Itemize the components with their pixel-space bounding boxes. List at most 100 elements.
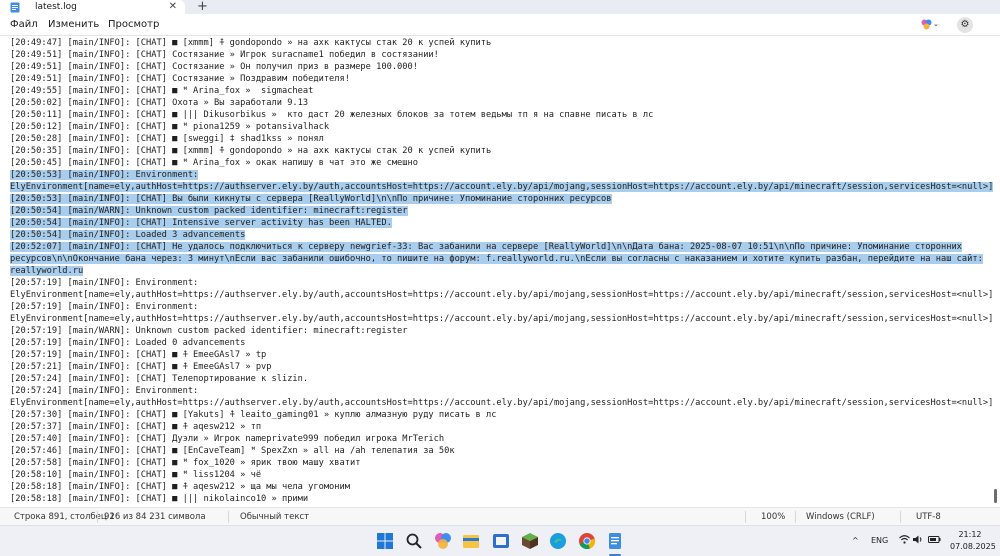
- system-clock[interactable]: 21:12 07.08.2025: [950, 529, 996, 553]
- wifi-icon[interactable]: [899, 535, 910, 544]
- divider: [795, 511, 796, 523]
- text-line[interactable]: [20:58:18] [main/INFO]: [CHAT] ■ ⍏ aqesw…: [10, 482, 350, 493]
- edge-icon[interactable]: [549, 532, 567, 550]
- text-line-content: [20:57:37] [main/INFO]: [CHAT] ■ ⍏ aqesw…: [10, 422, 262, 432]
- text-editor[interactable]: [20:49:47] [main/INFO]: [CHAT] ■ [xmmm] …: [0, 36, 1000, 507]
- text-line[interactable]: ElyEnvironment[name=ely,authHost=https:/…: [10, 398, 993, 409]
- text-line-content: ElyEnvironment[name=ely,authHost=https:/…: [10, 182, 994, 192]
- file-explorer-icon[interactable]: [462, 532, 480, 550]
- text-line-selected[interactable]: [20:50:53] [main/INFO]: Environment:: [10, 170, 199, 181]
- text-line-content: [20:58:18] [main/INFO]: [CHAT] ■ ||| nik…: [10, 494, 309, 504]
- settings-gear-icon[interactable]: ⚙: [957, 17, 973, 33]
- text-line[interactable]: [20:57:19] [main/INFO]: Loaded 0 advance…: [10, 338, 245, 349]
- text-line[interactable]: [20:57:58] [main/INFO]: [CHAT] ■ ꟸ fox_1…: [10, 458, 360, 469]
- text-line-content: [20:50:12] [main/INFO]: [CHAT] ■ ꟸ piona…: [10, 122, 330, 132]
- tray-overflow-chevron[interactable]: ^: [852, 536, 859, 545]
- language-indicator[interactable]: ENG: [871, 536, 888, 545]
- text-line[interactable]: [20:50:28] [main/INFO]: [CHAT] ■ [sweggi…: [10, 134, 324, 145]
- chrome-icon[interactable]: [578, 532, 596, 550]
- text-line-content: ElyEnvironment[name=ely,authHost=https:/…: [10, 314, 994, 324]
- cursor-position: Строка 891, столбец 1: [14, 512, 115, 522]
- copilot-icon[interactable]: [434, 532, 452, 550]
- text-line[interactable]: [20:49:51] [main/INFO]: [CHAT] Состязани…: [10, 62, 418, 73]
- text-line-content: ElyEnvironment[name=ely,authHost=https:/…: [10, 290, 994, 300]
- text-line-content: [20:49:47] [main/INFO]: [CHAT] ■ [xmmm] …: [10, 38, 492, 48]
- text-line-content: [20:57:21] [main/INFO]: [CHAT] ■ ⍏ EmeeG…: [10, 362, 272, 372]
- text-line[interactable]: [20:57:19] [main/WARN]: Unknown custom p…: [10, 326, 408, 337]
- windows-start-icon[interactable]: [376, 532, 394, 550]
- text-line-content: ElyEnvironment[name=ely,authHost=https:/…: [10, 398, 994, 408]
- notepad-file-icon: [10, 2, 20, 12]
- notepad-icon[interactable]: [606, 532, 624, 550]
- text-line-content: [20:52:07] [main/INFO]: [CHAT] Не удалос…: [10, 242, 962, 252]
- text-line-content: [20:57:24] [main/INFO]: Environment:: [10, 386, 199, 396]
- text-line[interactable]: [20:58:10] [main/INFO]: [CHAT] ■ ꟸ liss1…: [10, 470, 261, 481]
- media-app-icon[interactable]: [492, 532, 510, 550]
- menu-file[interactable]: Файл: [10, 19, 38, 30]
- text-line[interactable]: [20:57:30] [main/INFO]: [CHAT] ■ [Yakuts…: [10, 410, 496, 421]
- text-line-selected[interactable]: [20:50:54] [main/INFO]: Loaded 3 advance…: [10, 230, 246, 241]
- text-line[interactable]: [20:57:46] [main/INFO]: [CHAT] ■ [EnCave…: [10, 446, 455, 457]
- text-line-selected[interactable]: ресурсов\n\nОкончание бана через: 3 мину…: [10, 254, 983, 265]
- text-line[interactable]: [20:49:51] [main/INFO]: [CHAT] Состязани…: [10, 50, 439, 61]
- text-line-content: [20:50:54] [main/INFO]: Loaded 3 advance…: [10, 230, 246, 240]
- text-line-selected[interactable]: [20:50:54] [main/WARN]: Unknown custom p…: [10, 206, 408, 217]
- text-line-selected[interactable]: [20:50:54] [main/INFO]: [CHAT] Intensive…: [10, 218, 392, 229]
- text-line[interactable]: [20:57:24] [main/INFO]: Environment:: [10, 386, 198, 397]
- divider: [900, 511, 901, 523]
- text-line-selected[interactable]: reallyworld.ru: [10, 266, 84, 277]
- text-line[interactable]: [20:50:12] [main/INFO]: [CHAT] ■ ꟸ piona…: [10, 122, 329, 133]
- text-line-content: ресурсов\n\nОкончание бана через: 3 мину…: [10, 254, 983, 264]
- text-line-content: [20:57:58] [main/INFO]: [CHAT] ■ ꟸ fox_1…: [10, 458, 361, 468]
- text-line-content: [20:50:54] [main/WARN]: Unknown custom p…: [10, 206, 408, 216]
- text-line[interactable]: [20:58:18] [main/INFO]: [CHAT] ■ ||| nik…: [10, 494, 308, 505]
- minecraft-icon[interactable]: [521, 532, 539, 550]
- new-tab-button[interactable]: +: [197, 0, 208, 14]
- text-line-content: [20:57:19] [main/INFO]: Environment:: [10, 302, 199, 312]
- text-line-content: [20:50:53] [main/INFO]: [CHAT] Вы были к…: [10, 194, 612, 204]
- text-line-selected[interactable]: [20:50:53] [main/INFO]: [CHAT] Вы были к…: [10, 194, 612, 205]
- text-line-selected[interactable]: [20:52:07] [main/INFO]: [CHAT] Не удалос…: [10, 242, 962, 253]
- taskbar: ^ ENG 21:12 07.08.2025: [0, 525, 1000, 556]
- text-line[interactable]: [20:49:55] [main/INFO]: [CHAT] ■ ꟸ Arina…: [10, 86, 313, 97]
- text-line[interactable]: [20:57:24] [main/INFO]: [CHAT] Телепорти…: [10, 374, 308, 385]
- text-line[interactable]: [20:57:19] [main/INFO]: Environment:: [10, 302, 198, 313]
- text-line[interactable]: [20:57:21] [main/INFO]: [CHAT] ■ ⍏ EmeeG…: [10, 362, 272, 373]
- line-endings[interactable]: Windows (CRLF): [806, 512, 875, 522]
- text-line[interactable]: ElyEnvironment[name=ely,authHost=https:/…: [10, 290, 993, 301]
- text-line-content: [20:57:40] [main/INFO]: [CHAT] Дуэли » И…: [10, 434, 445, 444]
- search-icon[interactable]: [405, 532, 423, 550]
- text-line-content: [20:57:46] [main/INFO]: [CHAT] ■ [EnCave…: [10, 446, 455, 456]
- menu-view[interactable]: Просмотр: [108, 19, 159, 30]
- text-line-content: [20:57:30] [main/INFO]: [CHAT] ■ [Yakuts…: [10, 410, 497, 420]
- text-line-content: [20:50:11] [main/INFO]: [CHAT] ■ ||| Dik…: [10, 110, 654, 120]
- close-tab-icon[interactable]: ✕: [169, 1, 177, 12]
- divider: [228, 511, 229, 523]
- text-line[interactable]: [20:50:35] [main/INFO]: [CHAT] ■ [xmmm] …: [10, 146, 491, 157]
- encoding[interactable]: UTF-8: [916, 512, 941, 522]
- text-line[interactable]: [20:50:11] [main/INFO]: [CHAT] ■ ||| Dik…: [10, 110, 653, 121]
- text-line-content: [20:58:18] [main/INFO]: [CHAT] ■ ⍏ aqesw…: [10, 482, 350, 492]
- zoom-level[interactable]: 100%: [761, 512, 785, 522]
- text-line-selected[interactable]: ElyEnvironment[name=ely,authHost=https:/…: [10, 182, 994, 193]
- text-line[interactable]: [20:50:02] [main/INFO]: [CHAT] Охота » В…: [10, 98, 308, 109]
- text-line-content: reallyworld.ru: [10, 266, 84, 276]
- text-line-content: [20:49:55] [main/INFO]: [CHAT] ■ ꟸ Arina…: [10, 86, 314, 96]
- text-line[interactable]: [20:57:19] [main/INFO]: [CHAT] ■ ⍏ EmeeG…: [10, 350, 266, 361]
- battery-icon[interactable]: [928, 536, 941, 543]
- copilot-button[interactable]: ⌄: [921, 17, 939, 31]
- text-line-content: [20:50:02] [main/INFO]: [CHAT] Охота » В…: [10, 98, 309, 108]
- volume-icon[interactable]: [913, 535, 923, 544]
- vertical-scrollbar-thumb[interactable]: [994, 489, 997, 503]
- clock-time: 21:12: [958, 530, 982, 539]
- text-line[interactable]: [20:50:45] [main/INFO]: [CHAT] ■ ꟸ Arina…: [10, 158, 418, 169]
- tab-latest-log[interactable]: latest.log ✕: [0, 0, 185, 14]
- text-line[interactable]: [20:57:19] [main/INFO]: Environment:: [10, 278, 198, 289]
- text-line[interactable]: ElyEnvironment[name=ely,authHost=https:/…: [10, 314, 993, 325]
- text-line[interactable]: [20:49:51] [main/INFO]: [CHAT] Состязани…: [10, 74, 350, 85]
- menu-edit[interactable]: Изменить: [48, 19, 99, 30]
- text-line-content: [20:57:19] [main/INFO]: Environment:: [10, 278, 199, 288]
- text-line[interactable]: [20:57:40] [main/INFO]: [CHAT] Дуэли » И…: [10, 434, 444, 445]
- text-line[interactable]: [20:57:37] [main/INFO]: [CHAT] ■ ⍏ aqesw…: [10, 422, 261, 433]
- text-line[interactable]: [20:49:47] [main/INFO]: [CHAT] ■ [xmmm] …: [10, 38, 491, 49]
